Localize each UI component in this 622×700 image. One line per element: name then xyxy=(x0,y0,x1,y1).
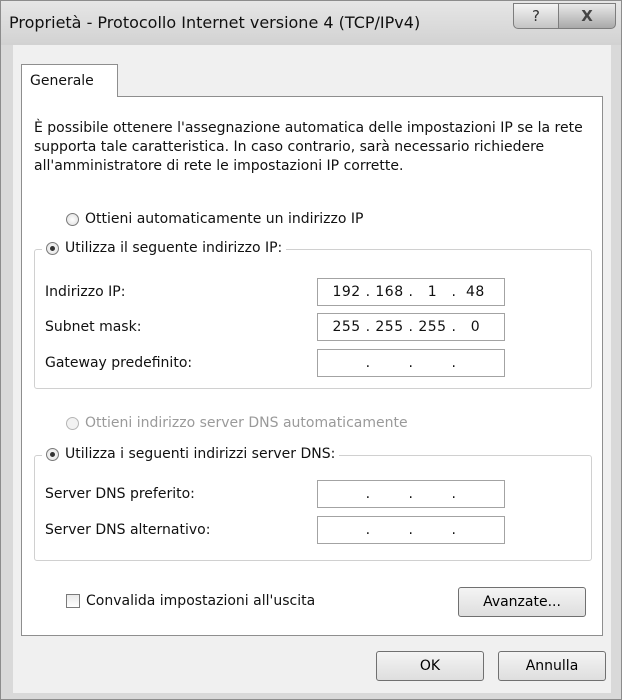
checkbox-icon xyxy=(66,594,80,608)
radio-ip-manual[interactable]: Utilizza il seguente indirizzo IP: xyxy=(42,240,287,256)
ip-address-label: Indirizzo IP: xyxy=(45,284,126,300)
tab-panel-generale: È possibile ottenere l'assegnazione auto… xyxy=(21,96,603,636)
preferred-dns-field[interactable]: . . . xyxy=(317,480,505,508)
ip-address-field[interactable]: 192. 168. 1. 48 xyxy=(317,278,505,306)
ip-settings-group: Indirizzo IP: 192. 168. 1. 48 Subnet mas… xyxy=(34,240,592,389)
advanced-button[interactable]: Avanzate... xyxy=(458,587,586,617)
validate-settings-label: Convalida impostazioni all'uscita xyxy=(86,593,316,609)
intro-text: È possibile ottenere l'assegnazione auto… xyxy=(34,120,583,174)
close-icon: X xyxy=(581,7,593,25)
radio-button-selected-icon xyxy=(46,447,59,461)
cancel-button[interactable]: Annulla xyxy=(498,651,606,681)
dns-settings-group: Server DNS preferito: . . . Server DNS a… xyxy=(34,446,592,561)
radio-dns-manual-label: Utilizza i seguenti indirizzi server DNS… xyxy=(65,446,336,462)
help-icon: ? xyxy=(532,7,540,25)
title-bar[interactable]: Proprietà - Protocollo Internet versione… xyxy=(1,1,621,45)
alternate-dns-label: Server DNS alternativo: xyxy=(45,522,211,538)
close-button[interactable]: X xyxy=(558,3,616,29)
window-title: Proprietà - Protocollo Internet versione… xyxy=(9,13,421,32)
radio-button-icon xyxy=(66,416,79,430)
ok-button[interactable]: OK xyxy=(376,651,484,681)
radio-button-icon xyxy=(66,212,79,226)
radio-dns-manual[interactable]: Utilizza i seguenti indirizzi server DNS… xyxy=(42,446,340,462)
radio-ip-manual-label: Utilizza il seguente indirizzo IP: xyxy=(65,240,283,256)
gateway-label: Gateway predefinito: xyxy=(45,355,193,371)
validate-settings-checkbox[interactable]: Convalida impostazioni all'uscita xyxy=(66,593,315,609)
tab-generale[interactable]: Generale xyxy=(21,64,118,97)
preferred-dns-label: Server DNS preferito: xyxy=(45,486,195,502)
dialog-window: Proprietà - Protocollo Internet versione… xyxy=(0,0,622,700)
subnet-mask-label: Subnet mask: xyxy=(45,319,142,335)
gateway-field[interactable]: . . . xyxy=(317,349,505,377)
help-button[interactable]: ? xyxy=(513,3,559,29)
subnet-mask-field[interactable]: 255. 255. 255. 0 xyxy=(317,313,505,341)
radio-dns-auto[interactable]: Ottieni indirizzo server DNS automaticam… xyxy=(66,415,408,431)
radio-ip-auto[interactable]: Ottieni automaticamente un indirizzo IP xyxy=(66,211,363,227)
radio-dns-auto-label: Ottieni indirizzo server DNS automaticam… xyxy=(85,415,408,431)
radio-button-selected-icon xyxy=(46,241,59,255)
radio-ip-auto-label: Ottieni automaticamente un indirizzo IP xyxy=(85,211,364,227)
alternate-dns-field[interactable]: . . . xyxy=(317,516,505,544)
